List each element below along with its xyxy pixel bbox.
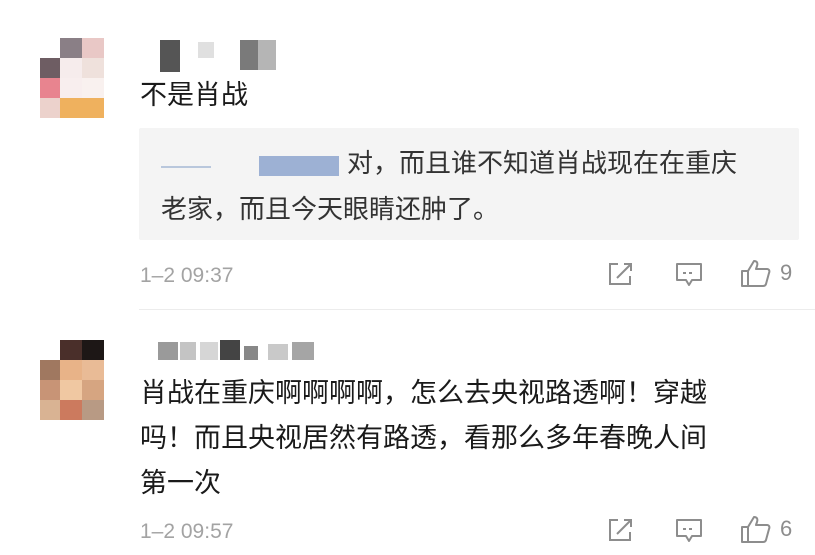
comment-icon [675,261,703,289]
timestamp: 1–2 09:57 [140,520,234,543]
forward-button[interactable] [607,517,635,543]
comment-item: 不是肖战 对，而且谁不知道肖战现在在重庆 老家，而且今天眼睛还肿了。 1–2 0… [0,0,815,310]
thumbs-up-icon [740,514,772,544]
username[interactable] [158,40,288,72]
avatar[interactable] [40,340,106,420]
comment-button[interactable] [675,261,703,289]
comment-button[interactable] [675,517,703,545]
like-button[interactable]: 9 [740,258,792,288]
like-button[interactable]: 6 [740,514,792,544]
avatar[interactable] [40,38,106,118]
reply-author-blur [259,156,339,176]
quoted-reply[interactable]: 对，而且谁不知道肖战现在在重庆 老家，而且今天眼睛还肿了。 [139,128,799,240]
forward-icon [607,517,635,543]
reply-text-line: 老家，而且今天眼睛还肿了。 [161,195,500,225]
reply-text-line: 对，而且谁不知道肖战现在在重庆 [347,149,738,179]
comment-item: 肖战在重庆啊啊啊啊，怎么去央视路透啊！穿越 吗！而且央视居然有路透，看那么多年春… [0,310,815,555]
username[interactable] [158,340,318,372]
forward-icon [607,261,635,287]
comment-icon [675,517,703,545]
comment-text-line: 肖战在重庆啊啊啊啊，怎么去央视路透啊！穿越 [140,378,707,409]
comment-text-line: 第一次 [140,468,221,499]
forward-button[interactable] [607,261,635,287]
reply-author-blur [161,166,211,168]
comment-text-line: 吗！而且央视居然有路透，看那么多年春晚人间 [140,423,707,454]
like-count: 6 [780,516,793,541]
thumbs-up-icon [740,258,772,288]
timestamp: 1–2 09:37 [140,264,234,287]
like-count: 9 [780,260,793,285]
comment-text: 不是肖战 [140,80,248,111]
